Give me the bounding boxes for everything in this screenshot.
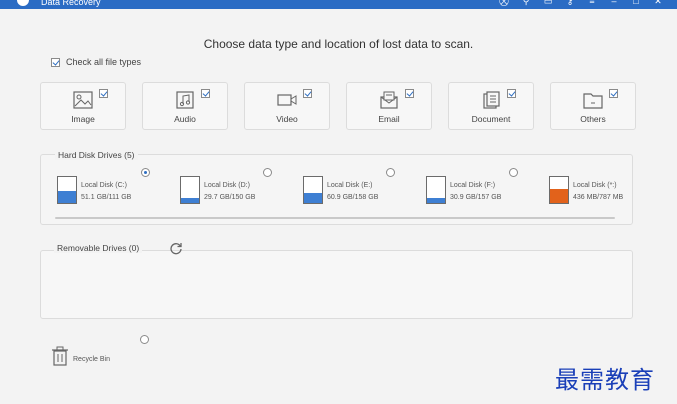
- hard-disk-item[interactable]: Local Disk (D:) 29.7 GB/150 GB: [180, 174, 300, 206]
- disk-size: 51.1 GB/111 GB: [81, 194, 132, 201]
- disk-usage-fill: [427, 197, 445, 203]
- hard-disk-radio[interactable]: [141, 168, 150, 177]
- hard-disk-title: Hard Disk Drives (5): [55, 150, 138, 160]
- cart-icon[interactable]: ⛒: [499, 0, 509, 6]
- disk-name: Local Disk (F:): [450, 182, 496, 189]
- disk-size: 60.9 GB/158 GB: [327, 194, 379, 201]
- key-icon[interactable]: ⚷: [565, 0, 575, 6]
- disk-size: 30.9 GB/157 GB: [450, 194, 502, 201]
- watermark-text: 最需教育: [555, 366, 655, 394]
- hard-disk-radio[interactable]: [386, 168, 395, 177]
- video-checkbox[interactable]: [303, 89, 312, 98]
- file-type-list: Image Audio Video Email Document Others: [40, 82, 636, 130]
- video-icon: [277, 94, 297, 106]
- disk-usage-fill: [304, 192, 322, 203]
- file-type-video[interactable]: Video: [244, 82, 330, 130]
- pin-icon[interactable]: ⚲: [521, 0, 531, 6]
- page-heading: Choose data type and location of lost da…: [203, 37, 474, 51]
- file-type-label: Video: [276, 114, 298, 124]
- window-title: Data Recovery: [41, 0, 101, 7]
- hard-disk-icon: [426, 176, 446, 204]
- hard-disk-icon: [180, 176, 200, 204]
- title-bar: Data Recovery ⛒ ⚲ ▭ ⚷ ≡ – □ ✕: [0, 0, 677, 9]
- menu-icon[interactable]: ≡: [587, 0, 597, 6]
- file-type-label: Document: [471, 114, 511, 124]
- file-type-label: Audio: [174, 114, 196, 124]
- file-type-email[interactable]: Email: [346, 82, 432, 130]
- hard-disk-radio[interactable]: [263, 168, 272, 177]
- image-checkbox[interactable]: [99, 89, 108, 98]
- file-type-label: Image: [71, 114, 95, 124]
- hard-disk-radio[interactable]: [509, 168, 518, 177]
- file-type-document[interactable]: Document: [448, 82, 534, 130]
- chat-icon[interactable]: ▭: [543, 0, 553, 6]
- others-checkbox[interactable]: [609, 89, 618, 98]
- file-type-audio[interactable]: Audio: [142, 82, 228, 130]
- disk-usage-fill: [550, 188, 568, 203]
- hard-disk-item[interactable]: Local Disk (E:) 60.9 GB/158 GB: [303, 174, 423, 206]
- app-logo-icon: [17, 0, 29, 6]
- hard-disk-item[interactable]: Local Disk (C:) 51.1 GB/111 GB: [57, 174, 177, 206]
- disk-usage-fill: [181, 197, 199, 203]
- file-type-label: Others: [580, 114, 606, 124]
- hard-disk-icon: [57, 176, 77, 204]
- recycle-bin-label: Recycle Bin: [73, 356, 110, 363]
- check-all-file-types[interactable]: Check all file types: [51, 57, 141, 67]
- file-type-others[interactable]: Others: [550, 82, 636, 130]
- recycle-bin-icon[interactable]: [50, 346, 70, 366]
- hard-disk-item[interactable]: Local Disk (*:) 436 MB/787 MB: [549, 174, 669, 206]
- document-icon: [483, 91, 500, 109]
- disk-name: Local Disk (C:): [81, 182, 127, 189]
- disk-size: 29.7 GB/150 GB: [204, 194, 256, 201]
- disk-size: 436 MB/787 MB: [573, 194, 624, 201]
- audio-icon: [176, 91, 194, 109]
- email-icon: [380, 91, 398, 109]
- removable-drives-panel: [40, 250, 633, 319]
- maximize-icon[interactable]: □: [631, 0, 641, 6]
- minimize-icon[interactable]: –: [609, 0, 619, 6]
- check-all-checkbox[interactable]: [51, 57, 60, 67]
- horizontal-scrollbar[interactable]: [55, 217, 615, 219]
- audio-checkbox[interactable]: [201, 89, 210, 98]
- disk-name: Local Disk (E:): [327, 182, 373, 189]
- email-checkbox[interactable]: [405, 89, 414, 98]
- check-all-label: Check all file types: [66, 57, 142, 67]
- disk-usage-fill: [58, 191, 76, 203]
- file-type-image[interactable]: Image: [40, 82, 126, 130]
- disk-name: Local Disk (*:): [573, 182, 617, 189]
- hard-disk-item[interactable]: Local Disk (F:) 30.9 GB/157 GB: [426, 174, 546, 206]
- hard-disk-icon: [303, 176, 323, 204]
- removable-drives-title: Removable Drives (0): [54, 243, 143, 253]
- disk-name: Local Disk (D:): [204, 182, 250, 189]
- file-type-label: Email: [378, 114, 400, 124]
- document-checkbox[interactable]: [507, 89, 516, 98]
- folder-icon: [583, 93, 603, 109]
- recycle-bin-radio[interactable]: [140, 335, 149, 344]
- close-icon[interactable]: ✕: [653, 0, 663, 6]
- image-icon: [73, 91, 93, 109]
- hard-disk-icon: [549, 176, 569, 204]
- refresh-icon[interactable]: [169, 241, 183, 255]
